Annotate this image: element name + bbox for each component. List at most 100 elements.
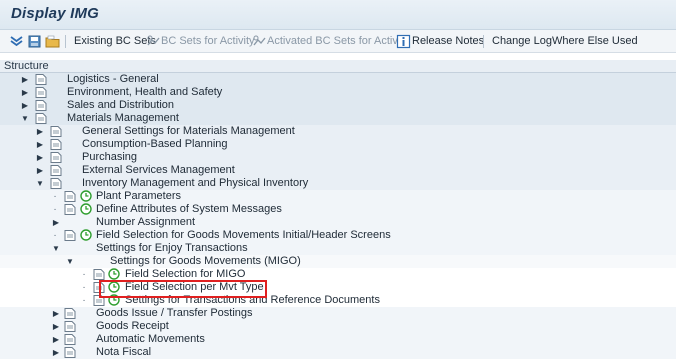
collapsed-arrow-icon[interactable]: ▶: [21, 86, 29, 99]
tree-node[interactable]: ▼ Materials Management: [0, 112, 676, 125]
tree-node-label[interactable]: General Settings for Materials Managemen…: [82, 125, 295, 138]
tree-node-label[interactable]: Nota Fiscal: [96, 346, 151, 359]
document-icon: [50, 178, 62, 189]
tree-node-label[interactable]: Goods Issue / Transfer Postings: [96, 307, 253, 320]
document-icon: [35, 113, 47, 124]
collapsed-arrow-icon[interactable]: ▶: [52, 333, 60, 346]
activated-bc-sets-for-activity-button[interactable]: Activated BC Sets for Activity: [267, 34, 409, 49]
tree-node[interactable]: ▶ Purchasing: [0, 151, 676, 164]
tree-node[interactable]: ▶ Consumption-Based Planning: [0, 138, 676, 151]
tree-node[interactable]: ▶ External Services Management: [0, 164, 676, 177]
execute-clock-icon[interactable]: [108, 268, 120, 280]
tree-node-label[interactable]: Settings for Goods Movements (MIGO): [110, 255, 301, 268]
existing-bc-sets-button[interactable]: Existing BC Sets: [74, 34, 156, 49]
tree-node[interactable]: ▶ Automatic Movements: [0, 333, 676, 346]
leaf-bullet: ·: [82, 295, 86, 306]
tree-node-label[interactable]: Plant Parameters: [96, 190, 181, 203]
toolbar-separator: [65, 35, 66, 48]
document-icon: [64, 308, 76, 319]
expanded-arrow-icon[interactable]: ▼: [36, 177, 44, 190]
release-notes-button[interactable]: Release Notes: [412, 34, 484, 49]
tree-node[interactable]: ▶ Logistics - General: [0, 73, 676, 86]
collapsed-arrow-icon[interactable]: ▶: [52, 320, 60, 333]
change-log-button[interactable]: Change Log: [492, 34, 552, 49]
tree-node-label[interactable]: Environment, Health and Safety: [67, 86, 222, 99]
tree-node-label[interactable]: Consumption-Based Planning: [82, 138, 228, 151]
title-bar: Display IMG: [0, 0, 676, 30]
tree-node-label[interactable]: Goods Receipt: [96, 320, 169, 333]
tree-node-label[interactable]: External Services Management: [82, 164, 235, 177]
tree-node-label[interactable]: Number Assignment: [96, 216, 195, 229]
collapsed-arrow-icon[interactable]: ▶: [21, 99, 29, 112]
tree-node[interactable]: ▶ Nota Fiscal: [0, 346, 676, 359]
tree-node[interactable]: ▶ Goods Receipt: [0, 320, 676, 333]
leaf-bullet: ·: [82, 282, 86, 293]
execute-clock-icon[interactable]: [80, 190, 92, 202]
tree-node-label[interactable]: Define Attributes of System Messages: [96, 203, 282, 216]
document-icon: [64, 347, 76, 358]
collapsed-arrow-icon[interactable]: ▶: [52, 216, 60, 229]
collapsed-arrow-icon[interactable]: ▶: [52, 346, 60, 359]
tree-node[interactable]: ▼ Settings for Goods Movements (MIGO): [0, 255, 676, 268]
document-icon: [35, 100, 47, 111]
tree-node-label[interactable]: Purchasing: [82, 151, 137, 164]
info-icon: [396, 34, 411, 49]
document-icon: [64, 204, 76, 215]
tree-node-label[interactable]: Settings for Enjoy Transactions: [96, 242, 248, 255]
window-title: Display IMG: [11, 5, 100, 22]
document-icon: [93, 269, 105, 280]
leaf-bullet: ·: [53, 191, 57, 202]
filter-icon[interactable]: [9, 34, 24, 49]
tree-node[interactable]: · Plant Parameters: [0, 190, 676, 203]
tree-node-label[interactable]: Sales and Distribution: [67, 99, 174, 112]
bc-sets-for-activity-button[interactable]: BC Sets for Activity: [161, 34, 255, 49]
document-icon: [64, 334, 76, 345]
expanded-arrow-icon[interactable]: ▼: [66, 255, 74, 268]
tree-node[interactable]: ▶ Goods Issue / Transfer Postings: [0, 307, 676, 320]
selection-highlight-box: [99, 280, 267, 298]
tree-node-label[interactable]: Materials Management: [67, 112, 179, 125]
save-layout-icon[interactable]: [27, 34, 42, 49]
collapsed-arrow-icon[interactable]: ▶: [36, 151, 44, 164]
tree-node[interactable]: ▶ General Settings for Materials Managem…: [0, 125, 676, 138]
where-else-used-button[interactable]: Where Else Used: [552, 34, 638, 49]
execute-clock-icon[interactable]: [80, 203, 92, 215]
leaf-bullet: ·: [82, 269, 86, 280]
tree-node[interactable]: · Field Selection for Goods Movements In…: [0, 229, 676, 242]
document-icon: [50, 139, 62, 150]
tree-node-label[interactable]: Automatic Movements: [96, 333, 205, 346]
tree-node-label[interactable]: Inventory Management and Physical Invent…: [82, 177, 308, 190]
document-icon: [50, 126, 62, 137]
tree-node-label[interactable]: Field Selection for Goods Movements Init…: [96, 229, 391, 242]
collapsed-arrow-icon[interactable]: ▶: [36, 164, 44, 177]
collapsed-arrow-icon[interactable]: ▶: [36, 138, 44, 151]
tree-node[interactable]: ▶ Sales and Distribution: [0, 99, 676, 112]
folder-icon[interactable]: [45, 34, 60, 49]
document-icon: [35, 74, 47, 85]
document-icon: [64, 191, 76, 202]
execute-clock-icon[interactable]: [80, 229, 92, 241]
document-icon: [35, 87, 47, 98]
tree-node-label[interactable]: Logistics - General: [67, 73, 159, 86]
document-icon: [50, 165, 62, 176]
tree-node[interactable]: · Define Attributes of System Messages: [0, 203, 676, 216]
tree-node[interactable]: ▼ Inventory Management and Physical Inve…: [0, 177, 676, 190]
expanded-arrow-icon[interactable]: ▼: [21, 112, 29, 125]
collapsed-arrow-icon[interactable]: ▶: [21, 73, 29, 86]
collapsed-arrow-icon[interactable]: ▶: [36, 125, 44, 138]
tree-node[interactable]: ▶ Environment, Health and Safety: [0, 86, 676, 99]
bc-sets-icon: [147, 35, 160, 46]
activated-bc-sets-icon: [253, 35, 266, 46]
document-icon: [64, 230, 76, 241]
leaf-bullet: ·: [53, 230, 57, 241]
tree-node[interactable]: ▶ Number Assignment: [0, 216, 676, 229]
toolbar-separator: [483, 35, 484, 48]
structure-header: Structure: [0, 60, 676, 73]
application-toolbar: Existing BC Sets BC Sets for Activity Ac…: [0, 30, 676, 53]
tree-node[interactable]: ▼ Settings for Enjoy Transactions: [0, 242, 676, 255]
collapsed-arrow-icon[interactable]: ▶: [52, 307, 60, 320]
document-icon: [64, 321, 76, 332]
leaf-bullet: ·: [53, 204, 57, 215]
expanded-arrow-icon[interactable]: ▼: [52, 242, 60, 255]
document-icon: [50, 152, 62, 163]
